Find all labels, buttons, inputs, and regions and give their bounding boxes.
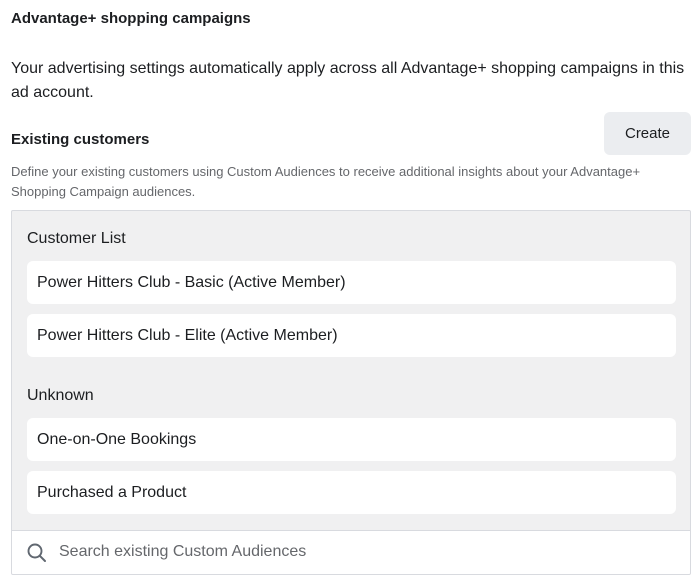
settings-note: Your advertising settings automatically … — [11, 60, 685, 101]
existing-customers-description: Define your existing customers using Cus… — [11, 164, 641, 199]
audience-item-label: Power Hitters Club - Elite (Active Membe… — [37, 326, 338, 344]
section-title: Advantage+ shopping campaigns — [11, 10, 251, 27]
custom-audience-panel: Customer List Power Hitters Club - Basic… — [11, 210, 691, 575]
group-label-customer-list: Customer List — [27, 230, 126, 247]
search-icon — [27, 543, 46, 562]
audience-item-label: Power Hitters Club - Basic (Active Membe… — [37, 273, 346, 291]
audience-item-label: One-on-One Bookings — [37, 430, 197, 448]
search-input[interactable] — [59, 531, 679, 573]
create-button[interactable]: Create — [604, 112, 691, 155]
group-label-unknown: Unknown — [27, 387, 94, 404]
audience-item[interactable]: Power Hitters Club - Elite (Active Membe… — [27, 314, 676, 357]
audience-item[interactable]: One-on-One Bookings — [27, 418, 676, 461]
audience-item[interactable]: Power Hitters Club - Basic (Active Membe… — [27, 261, 676, 304]
audience-item[interactable]: Purchased a Product — [27, 471, 676, 514]
audience-item-label: Purchased a Product — [37, 483, 187, 501]
existing-customers-title: Existing customers — [11, 131, 150, 148]
audience-search-bar — [12, 530, 690, 574]
